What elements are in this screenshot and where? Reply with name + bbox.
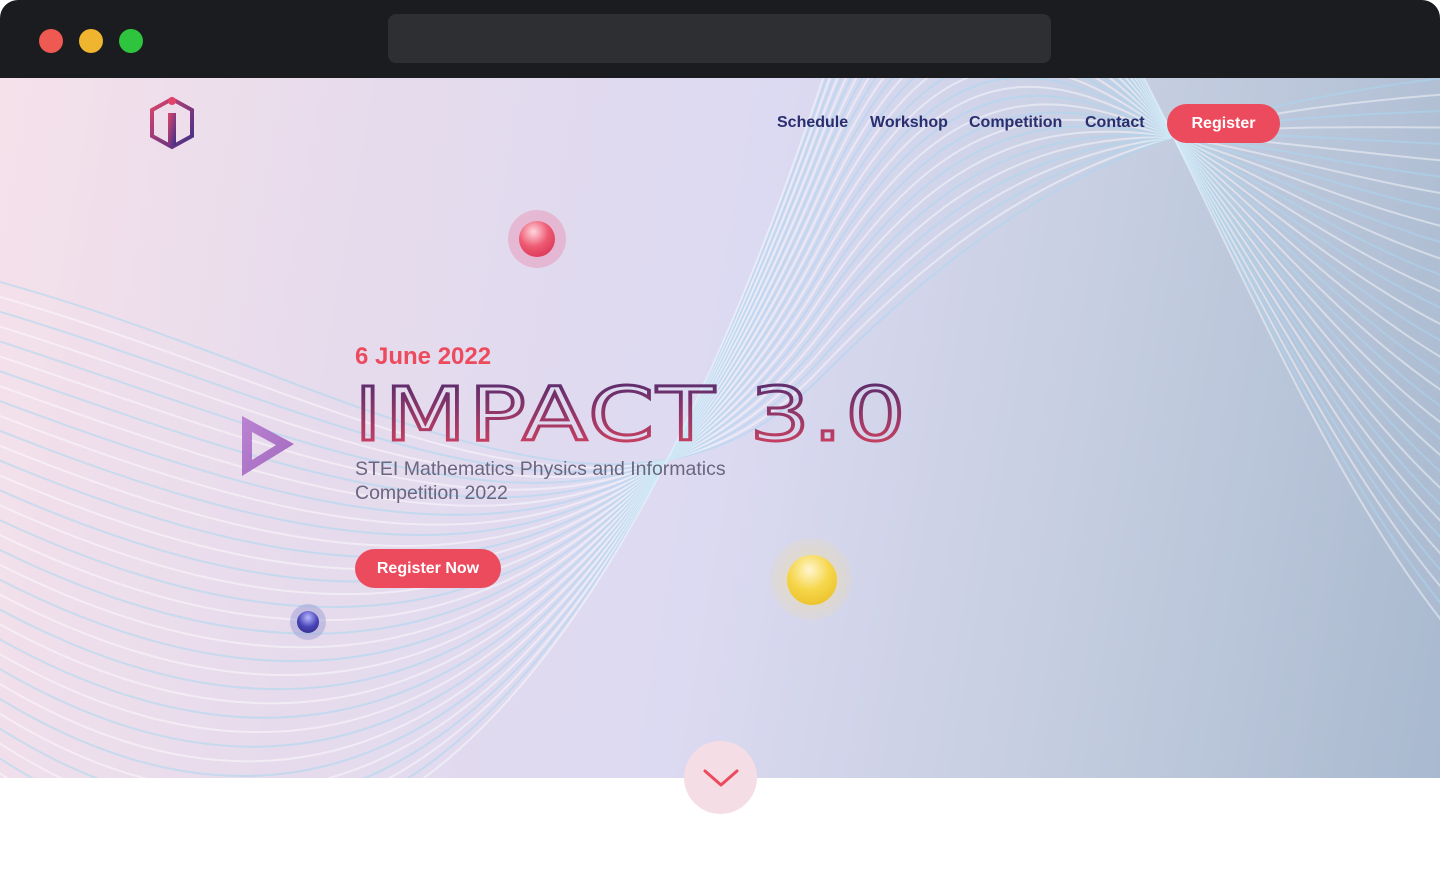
window-minimize-button[interactable] bbox=[79, 29, 103, 53]
event-date: 6 June 2022 bbox=[355, 343, 492, 370]
wave-line bbox=[0, 78, 1440, 596]
register-button[interactable]: Register bbox=[1167, 104, 1280, 143]
impact-logo-icon[interactable] bbox=[148, 95, 196, 153]
red-orb bbox=[519, 221, 555, 257]
nav-link-schedule[interactable]: Schedule bbox=[777, 114, 848, 132]
play-triangle-icon bbox=[242, 416, 294, 476]
chevron-down-icon bbox=[703, 769, 738, 786]
event-title: IMPACT 3.0 bbox=[353, 380, 908, 450]
yellow-orb bbox=[787, 555, 837, 605]
window-close-button[interactable] bbox=[39, 29, 63, 53]
blue-orb bbox=[297, 611, 319, 633]
event-title-text: IMPACT 3.0 bbox=[354, 380, 908, 450]
scroll-down-button[interactable] bbox=[684, 741, 757, 814]
window-maximize-button[interactable] bbox=[119, 29, 143, 53]
event-subtitle: STEI Mathematics Physics and Informatics… bbox=[355, 458, 726, 504]
nav-link-competition[interactable]: Competition bbox=[969, 114, 1062, 132]
browser-window-bar bbox=[0, 0, 1440, 78]
register-now-button[interactable]: Register Now bbox=[355, 549, 501, 588]
nav-link-contact[interactable]: Contact bbox=[1085, 114, 1145, 132]
nav-link-workshop[interactable]: Workshop bbox=[870, 114, 948, 132]
address-bar[interactable] bbox=[388, 14, 1051, 63]
